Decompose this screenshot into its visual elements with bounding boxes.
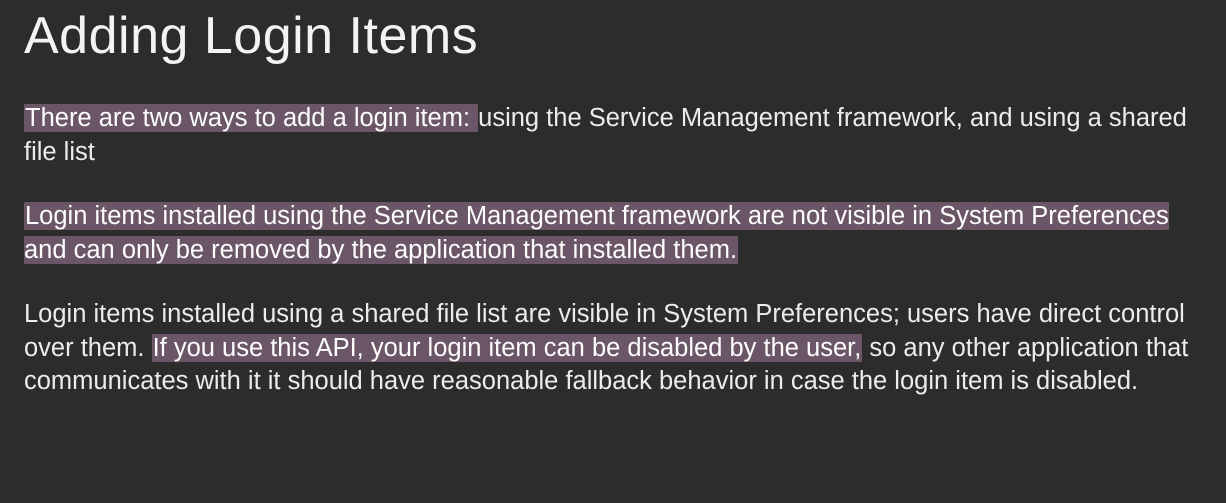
page-title: Adding Login Items (24, 0, 1202, 66)
paragraph-2: Login items installed using the Service … (24, 170, 1202, 268)
highlighted-text: Login items installed using the Service … (24, 202, 1169, 264)
paragraph-1: There are two ways to add a login item: … (24, 66, 1202, 170)
document-page: Adding Login Items There are two ways to… (0, 0, 1226, 423)
highlighted-text: There are two ways to add a login item: (24, 104, 478, 132)
highlighted-text: If you use this API, your login item can… (152, 334, 863, 362)
paragraph-3: Login items installed using a shared fil… (24, 268, 1202, 400)
